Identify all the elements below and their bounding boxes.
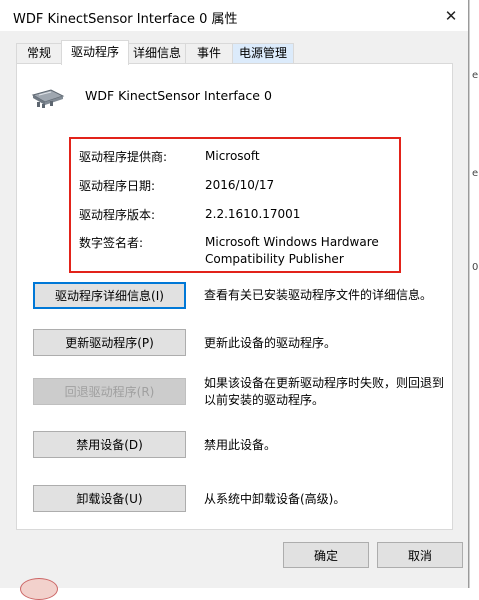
- usb-device-icon: [31, 89, 65, 108]
- cancel-button[interactable]: 取消: [377, 542, 463, 568]
- driver-details-button[interactable]: 驱动程序详细信息(I): [33, 282, 186, 309]
- provider-value: Microsoft: [205, 149, 260, 163]
- tab-driver[interactable]: 驱动程序: [61, 40, 129, 65]
- disable-device-button[interactable]: 禁用设备(D): [33, 431, 186, 458]
- driver-panel: WDF KinectSensor Interface 0 驱动程序提供商: Mi…: [16, 63, 453, 530]
- ok-button[interactable]: 确定: [283, 542, 369, 568]
- driver-info-highlight: 驱动程序提供商: Microsoft 驱动程序日期: 2016/10/17 驱动…: [69, 137, 401, 273]
- driver-details-desc: 查看有关已安装驱动程序文件的详细信息。: [204, 288, 433, 302]
- window-title: WDF KinectSensor Interface 0 属性: [13, 12, 238, 27]
- update-driver-button[interactable]: 更新驱动程序(P): [33, 329, 186, 356]
- device-name: WDF KinectSensor Interface 0: [85, 88, 272, 103]
- date-label: 驱动程序日期:: [79, 179, 156, 193]
- date-value: 2016/10/17: [205, 178, 275, 192]
- background-fragment-1: e: [472, 70, 479, 81]
- background-fragment-2: e: [472, 168, 479, 179]
- uninstall-device-desc: 从系统中卸载设备(高级)。: [204, 492, 346, 506]
- background-window-edge: e e 0: [469, 0, 479, 588]
- taskbar-app-icon[interactable]: [20, 578, 58, 600]
- title-bar[interactable]: WDF KinectSensor Interface 0 属性 ✕: [0, 0, 468, 31]
- tab-details[interactable]: 详细信息: [128, 43, 186, 63]
- signer-label: 数字签名者:: [79, 236, 144, 250]
- tab-events[interactable]: 事件: [185, 43, 233, 63]
- close-button[interactable]: ✕: [434, 0, 468, 31]
- version-label: 驱动程序版本:: [79, 208, 156, 222]
- background-fragment-3: 0: [472, 262, 479, 273]
- update-driver-desc: 更新此设备的驱动程序。: [204, 336, 337, 350]
- disable-device-desc: 禁用此设备。: [204, 438, 277, 452]
- close-icon: ✕: [444, 6, 458, 25]
- version-value: 2.2.1610.17001: [205, 207, 301, 221]
- tab-general[interactable]: 常规: [16, 43, 62, 63]
- properties-dialog: WDF KinectSensor Interface 0 属性 ✕ 常规 驱动程…: [0, 0, 469, 588]
- tab-power-management[interactable]: 电源管理: [232, 43, 294, 63]
- rollback-driver-desc: 如果该设备在更新驱动程序时失败，则回退到以前安装的驱动程序。: [204, 376, 445, 407]
- rollback-driver-button: 回退驱动程序(R): [33, 378, 186, 405]
- uninstall-device-button[interactable]: 卸载设备(U): [33, 485, 186, 512]
- provider-label: 驱动程序提供商:: [79, 150, 168, 164]
- signer-value: Microsoft Windows Hardware Compatibility…: [205, 235, 379, 266]
